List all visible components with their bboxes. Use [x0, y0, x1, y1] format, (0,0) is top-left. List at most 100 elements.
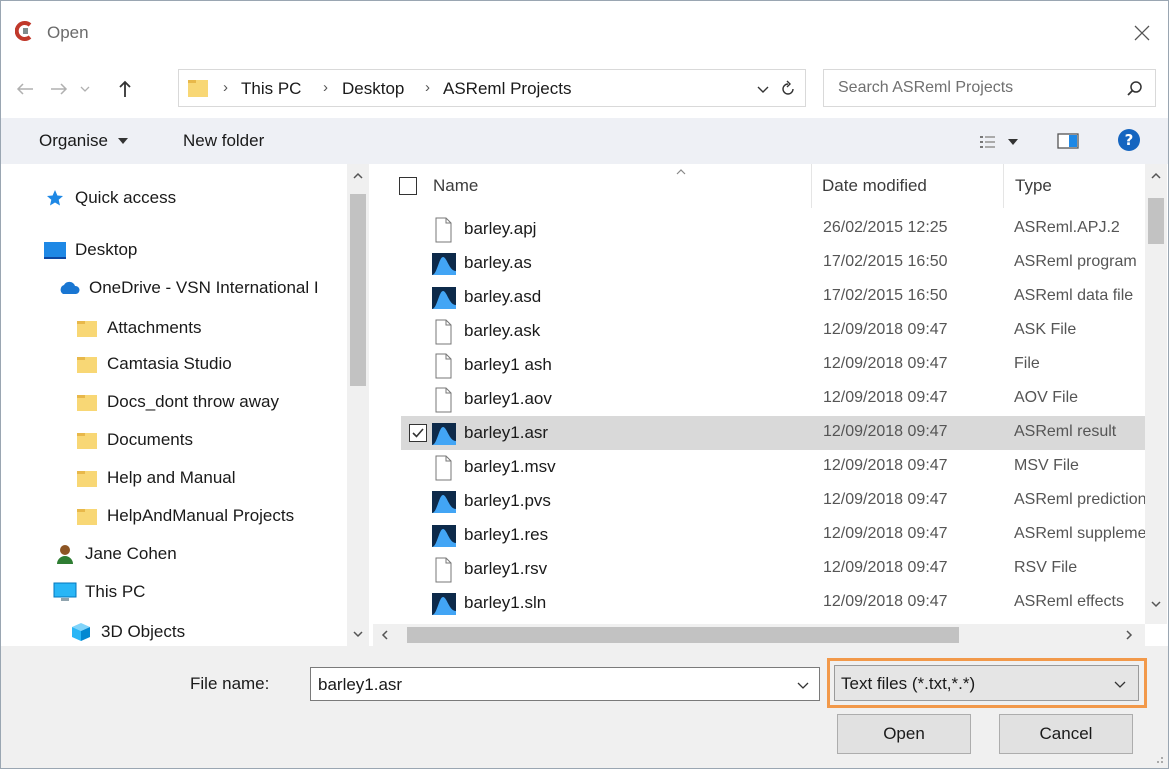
nav-item-3d-objects[interactable]: 3D Objects	[69, 614, 185, 646]
nav-item-onedrive-vsn-international-i[interactable]: OneDrive - VSN International I	[57, 270, 319, 306]
file-name: barley1.aov	[464, 389, 552, 408]
nav-scrollbar[interactable]	[347, 164, 369, 646]
chevron-down-icon[interactable]	[1150, 600, 1162, 608]
file-row[interactable]: barley1.msv 12/09/2018 09:47 MSV File	[401, 450, 1145, 484]
file-list: Name Date modified Type barley.apj 26/02/…	[373, 164, 1168, 646]
forward-button[interactable]	[45, 75, 73, 103]
recent-locations-button[interactable]	[75, 75, 95, 103]
chevron-up-icon[interactable]	[1150, 172, 1162, 180]
view-details-icon[interactable]	[979, 134, 997, 150]
chevron-down-icon	[80, 86, 90, 92]
column-header-type[interactable]: Type	[1015, 176, 1052, 196]
nav-item-attachments[interactable]: Attachments	[75, 310, 202, 346]
file-name: barley1.sln	[464, 593, 547, 612]
file-name: barley1.rsv	[464, 559, 548, 578]
up-button[interactable]	[111, 75, 139, 103]
organise-menu[interactable]: Organise	[39, 131, 129, 151]
column-header-name[interactable]: Name	[433, 176, 478, 196]
file-date: 12/09/2018 09:47	[823, 593, 948, 610]
chevron-right-icon[interactable]	[1125, 629, 1133, 641]
row-checkbox[interactable]	[409, 424, 427, 442]
navigation-pane: Quick access Desktop OneDrive - VSN Intern…	[1, 164, 371, 646]
file-type-select[interactable]: Text files (*.txt,*.*)	[834, 665, 1139, 701]
preview-pane-icon[interactable]	[1057, 132, 1079, 150]
file-row[interactable]: barley1.res 12/09/2018 09:47 ASReml supple…	[401, 518, 1145, 552]
help-icon[interactable]: ?	[1117, 128, 1141, 152]
nav-item-helpandmanual-projects[interactable]: HelpAndManual Projects	[75, 498, 294, 534]
breadcrumb-desktop[interactable]: Desktop	[342, 79, 404, 99]
file-list-horizontal-scrollbar[interactable]	[373, 624, 1145, 646]
refresh-icon[interactable]	[777, 78, 799, 100]
column-divider[interactable]	[811, 164, 812, 208]
dropdown-triangle-icon[interactable]	[1007, 138, 1019, 146]
file-row[interactable]: barley1.rsv 12/09/2018 09:47 RSV File	[401, 552, 1145, 586]
asreml-icon	[431, 523, 456, 549]
nav-item-docs-dont-throw-away[interactable]: Docs_dont throw away	[75, 384, 279, 420]
chevron-left-icon[interactable]	[381, 629, 389, 641]
nav-item-jane-cohen[interactable]: Jane Cohen	[53, 536, 177, 572]
chevron-down-icon[interactable]	[754, 80, 772, 98]
nav-item-help-and-manual[interactable]: Help and Manual	[75, 460, 236, 496]
file-name: barley1.msv	[464, 457, 556, 476]
file-type: ASReml data file	[1014, 287, 1134, 304]
search-icon	[1127, 81, 1142, 96]
folder-icon	[75, 317, 99, 339]
address-bar[interactable]: › This PC › Desktop › ASReml Projects	[178, 69, 806, 107]
folder-icon	[188, 80, 208, 97]
file-date: 12/09/2018 09:47	[823, 491, 948, 508]
file-row[interactable]: barley1.asr 12/09/2018 09:47 ASReml result	[401, 416, 1145, 450]
file-row[interactable]: barley.as 17/02/2015 16:50 ASReml program	[401, 246, 1145, 280]
nav-item-quick-access[interactable]: Quick access	[43, 180, 176, 216]
file-row[interactable]: barley.apj 26/02/2015 12:25 ASReml.APJ.2	[401, 212, 1145, 246]
breadcrumb-asreml-projects[interactable]: ASReml Projects	[443, 79, 571, 99]
crumb-separator: ›	[323, 79, 328, 96]
file-type: ASReml effects	[1014, 593, 1124, 610]
nav-item-documents[interactable]: Documents	[75, 422, 193, 458]
horizontal-scroll-thumb[interactable]	[407, 627, 959, 643]
close-button[interactable]	[1124, 15, 1160, 51]
open-button[interactable]: Open	[837, 714, 971, 754]
file-row[interactable]: barley.asd 17/02/2015 16:50 ASReml data fi…	[401, 280, 1145, 314]
breadcrumb-this-pc[interactable]: This PC	[241, 79, 301, 99]
file-date: 12/09/2018 09:47	[823, 321, 948, 338]
file-name-field[interactable]: barley1.asr	[310, 667, 820, 701]
search-input[interactable]: Search ASReml Projects	[823, 69, 1156, 107]
organise-label: Organise	[39, 131, 108, 150]
file-row[interactable]: barley1.aov 12/09/2018 09:47 AOV File	[401, 382, 1145, 416]
nav-item-this-pc[interactable]: This PC	[53, 574, 145, 610]
resize-grip-icon[interactable]	[1152, 752, 1164, 764]
nav-scroll-thumb[interactable]	[350, 194, 366, 386]
nav-item-label: Help and Manual	[107, 468, 236, 487]
column-header-date[interactable]: Date modified	[822, 176, 927, 196]
folder-icon	[75, 467, 99, 489]
cancel-button[interactable]: Cancel	[999, 714, 1133, 754]
column-divider[interactable]	[1003, 164, 1004, 208]
asreml-icon	[431, 489, 456, 515]
nav-item-label: Docs_dont throw away	[107, 392, 279, 411]
dropdown-triangle-icon	[117, 138, 128, 144]
nav-item-camtasia-studio[interactable]: Camtasia Studio	[75, 346, 232, 382]
document-icon	[431, 319, 455, 345]
chevron-down-icon[interactable]	[795, 677, 811, 693]
file-row[interactable]: barley1.pvs 12/09/2018 09:47 ASReml predic…	[401, 484, 1145, 518]
close-icon	[1134, 25, 1150, 41]
new-folder-button[interactable]: New folder	[183, 131, 264, 151]
chevron-down-icon[interactable]	[352, 630, 364, 638]
nav-item-label: HelpAndManual Projects	[107, 506, 295, 525]
file-row[interactable]: barley1 ash 12/09/2018 09:47 File	[401, 348, 1145, 382]
cloud-icon	[57, 277, 81, 299]
chevron-up-icon[interactable]	[352, 172, 364, 180]
file-row[interactable]: barley.ask 12/09/2018 09:47 ASK File	[401, 314, 1145, 348]
file-name: barley.apj	[464, 219, 537, 238]
open-dialog: Open › This PC › Desktop › ASReml Projec…	[0, 0, 1169, 769]
file-list-vertical-scrollbar[interactable]	[1145, 164, 1167, 624]
file-row[interactable]: barley1.sln 12/09/2018 09:47 ASReml effect…	[401, 586, 1145, 620]
vertical-scroll-thumb[interactable]	[1148, 198, 1164, 244]
nav-item-desktop[interactable]: Desktop	[43, 232, 137, 268]
folder-icon	[75, 353, 99, 375]
chevron-down-icon[interactable]	[1112, 676, 1128, 692]
file-type-value: Text files (*.txt,*.*)	[841, 674, 976, 693]
file-type: ASReml supplementary	[1014, 525, 1145, 542]
back-button[interactable]	[11, 75, 39, 103]
select-all-checkbox[interactable]	[399, 177, 417, 195]
